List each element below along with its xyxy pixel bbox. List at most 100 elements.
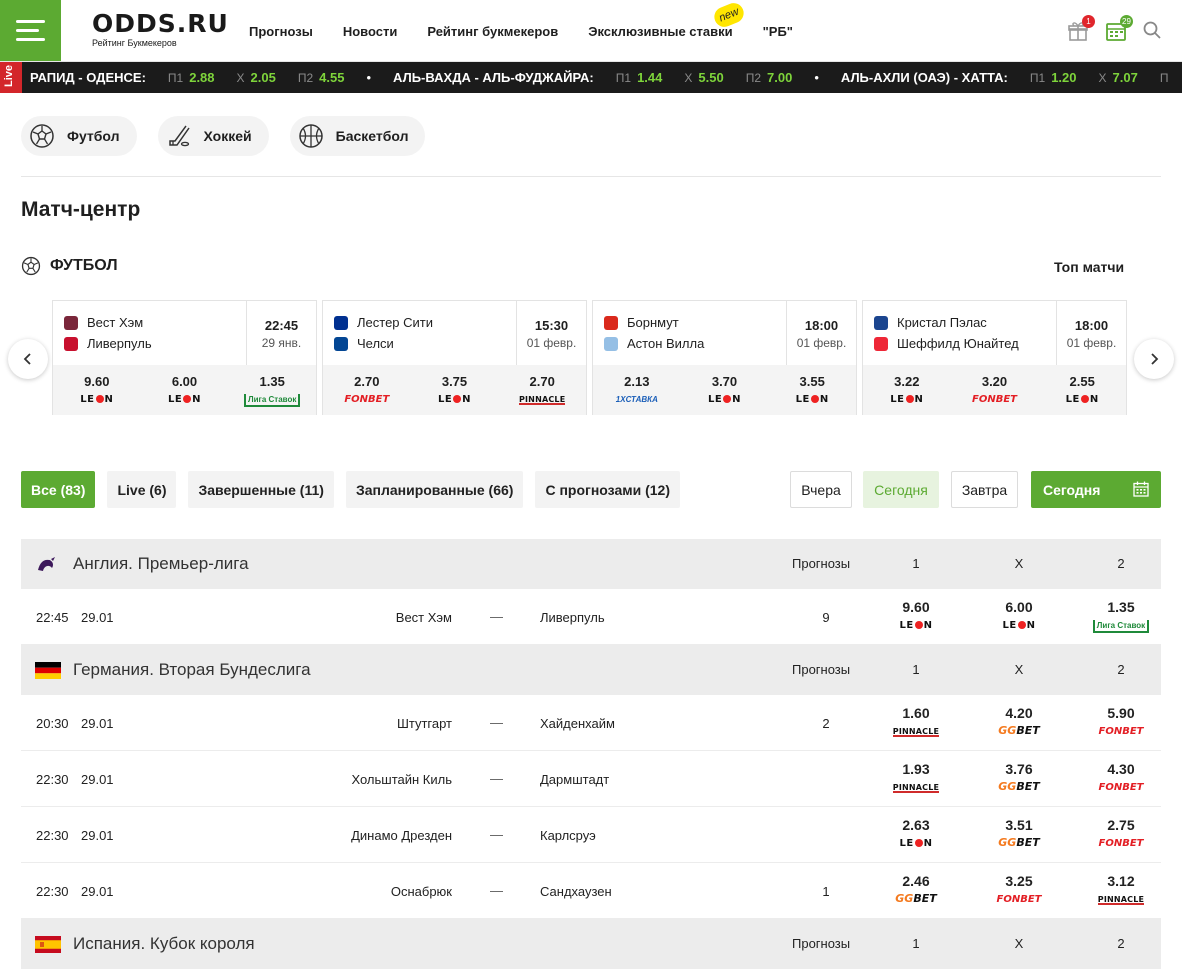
odd-cell[interactable]: 3.20 FONBET	[951, 365, 1039, 415]
match-row[interactable]: 22:30 29.01 Хольштайн Киль — Дармштадт 1.93 PI…	[21, 751, 1161, 807]
odd-cell[interactable]: 3.76 GGBET	[979, 761, 1059, 795]
odd-cell[interactable]: 3.22 LE N	[863, 365, 951, 415]
fonbet-logo-icon[interactable]: FONBET	[972, 394, 1017, 406]
ggbet-logo-icon[interactable]: GGBET	[998, 781, 1039, 793]
odd-cell[interactable]: 6.00 LE N	[979, 599, 1059, 633]
home-team[interactable]: Динамо Дрезден	[351, 828, 452, 843]
filter-button[interactable]: Запланированные (66)	[345, 471, 524, 508]
away-team[interactable]: Дармштадт	[540, 772, 609, 787]
match-card[interactable]: Борнмут Астон Вилла 18:00 01 февр. 2.13 1XСТА…	[592, 300, 857, 415]
league-header-row[interactable]: Германия. Вторая Бундеслига Прогнозы 1 X 2	[21, 645, 1161, 695]
ticker-odd-value[interactable]: 2.88	[189, 70, 214, 85]
live-ticker[interactable]: Live РАПИД - ОДЕНСЕ: П1 2.88 Х 2.05 П2 4.55 • АЛ…	[0, 62, 1182, 93]
odd-cell[interactable]: 3.25 FONBET	[979, 873, 1059, 907]
tomorrow-button[interactable]: Завтра	[951, 471, 1018, 508]
away-team[interactable]: Ливерпуль	[540, 610, 605, 625]
nav-item-rb[interactable]: "РБ"	[763, 23, 793, 40]
carousel-prev-button[interactable]	[8, 339, 48, 379]
filter-button[interactable]: Завершенные (11)	[188, 471, 334, 508]
odd-cell[interactable]: 4.30 FONBET	[1081, 761, 1161, 795]
odd-cell[interactable]: 3.51 GGBET	[979, 817, 1059, 851]
odd-cell[interactable]: 4.20 GGBET	[979, 705, 1059, 739]
match-row[interactable]: 22:30 29.01 Динамо Дрезден — Карлсруэ 2.63 LE N…	[21, 807, 1161, 863]
prognoses-count[interactable]: 2	[816, 716, 836, 731]
sport-pill-football[interactable]: Футбол	[21, 116, 137, 156]
odd-cell[interactable]: 3.55 LE N	[768, 365, 856, 415]
league-name[interactable]: Англия. Премьер-лига	[73, 554, 249, 574]
leon-logo-icon[interactable]: LE N	[708, 394, 741, 406]
carousel-next-button[interactable]	[1134, 339, 1174, 379]
odd-cell[interactable]: 2.75 FONBET	[1081, 817, 1161, 851]
leon-logo-icon[interactable]: LE N	[1002, 620, 1035, 632]
site-logo[interactable]: ODDS.RU Рейтинг Букмекеров	[92, 11, 229, 49]
ticker-odd-value[interactable]: 2.05	[251, 70, 276, 85]
away-team[interactable]: Сандхаузен	[540, 884, 612, 899]
ticker-odd-value[interactable]: 1.44	[637, 70, 662, 85]
away-team[interactable]: Карлсруэ	[540, 828, 596, 843]
sport-pill-hockey[interactable]: Хоккей	[157, 116, 269, 156]
pinnacle-logo-icon[interactable]: PINNACLE	[892, 782, 940, 793]
ggbet-logo-icon[interactable]: GGBET	[998, 837, 1039, 849]
odd-cell[interactable]: 6.00 LE N	[141, 365, 229, 415]
match-card[interactable]: Лестер Сити Челси 15:30 01 февр. 2.70 FONBET 3…	[322, 300, 587, 415]
ticker-match[interactable]: АЛЬ-ВАХДА - АЛЬ-ФУДЖАЙРА: П1 1.44 Х 5.50 П2 7.…	[393, 70, 814, 85]
1xstavka-logo-icon[interactable]: 1XСТАВКА	[616, 394, 658, 406]
leon-logo-icon[interactable]: LE N	[1066, 394, 1099, 406]
odd-cell[interactable]: 9.60 LE N	[876, 599, 956, 633]
odd-cell[interactable]: 2.70 FONBET	[323, 365, 411, 415]
fonbet-logo-icon[interactable]: FONBET	[1099, 726, 1144, 738]
ticker-odd-value[interactable]: 4.55	[319, 70, 344, 85]
ggbet-logo-icon[interactable]: GGBET	[895, 893, 936, 905]
home-team[interactable]: Оснабрюк	[391, 884, 452, 899]
fonbet-logo-icon[interactable]: FONBET	[344, 394, 389, 406]
pinnacle-logo-icon[interactable]: PINNACLE	[892, 726, 940, 737]
leon-logo-icon[interactable]: LE N	[899, 838, 932, 850]
ticker-match[interactable]: РАПИД - ОДЕНСЕ: П1 2.88 Х 2.05 П2 4.55	[30, 70, 366, 85]
search-icon[interactable]	[1142, 20, 1164, 42]
leon-logo-icon[interactable]: LE N	[796, 394, 829, 406]
fonbet-logo-icon[interactable]: FONBET	[997, 894, 1042, 906]
odd-cell[interactable]: 9.60 LE N	[53, 365, 141, 415]
match-row[interactable]: 22:45 29.01 Вест Хэм — Ливерпуль 9 9.60 LE N 6.00…	[21, 589, 1161, 645]
ticker-odd-value[interactable]: 5.50	[698, 70, 723, 85]
leon-logo-icon[interactable]: LE N	[890, 394, 923, 406]
filter-button[interactable]: С прогнозами (12)	[535, 471, 680, 508]
nav-item-bookmaker-rating[interactable]: Рейтинг букмекеров	[427, 23, 558, 40]
today-button[interactable]: Сегодня	[863, 471, 939, 508]
liga-stavok-logo-icon[interactable]: Лига Ставок	[243, 394, 301, 407]
home-team[interactable]: Хольштайн Киль	[351, 772, 452, 787]
match-card[interactable]: Вест Хэм Ливерпуль 22:45 29 янв. 9.60 LE N 6.00…	[52, 300, 317, 415]
yesterday-button[interactable]: Вчера	[790, 471, 852, 508]
away-team[interactable]: Хайденхайм	[540, 716, 615, 731]
leon-logo-icon[interactable]: LE N	[168, 394, 201, 406]
filter-button[interactable]: Все (83)	[21, 471, 96, 508]
odd-cell[interactable]: 1.60 PINNACLE	[876, 705, 956, 739]
odd-cell[interactable]: 2.46 GGBET	[876, 873, 956, 907]
leon-logo-icon[interactable]: LE N	[80, 394, 113, 406]
league-name[interactable]: Испания. Кубок короля	[73, 934, 255, 954]
match-card[interactable]: Кристал Пэлас Шеффилд Юнайтед 18:00 01 февр…	[862, 300, 1127, 415]
liga-stavok-logo-icon[interactable]: Лига Ставок	[1092, 620, 1150, 633]
odd-cell[interactable]: 3.75 LE N	[411, 365, 499, 415]
odd-cell[interactable]: 5.90 FONBET	[1081, 705, 1161, 739]
odd-cell[interactable]: 1.93 PINNACLE	[876, 761, 956, 795]
nav-item-news[interactable]: Новости	[343, 23, 398, 40]
ticker-odd-value[interactable]: 7.07	[1113, 70, 1138, 85]
ticker-odd-value[interactable]: 7.00	[767, 70, 792, 85]
nav-item-prognoses[interactable]: Прогнозы	[249, 23, 313, 40]
odd-cell[interactable]: 1.35 Лига Ставок	[1081, 599, 1161, 633]
odd-cell[interactable]: 2.63 LE N	[876, 817, 956, 851]
pinnacle-logo-icon[interactable]: PINNACLE	[1097, 894, 1145, 905]
menu-burger-button[interactable]	[0, 0, 61, 61]
top-matches-link[interactable]: Топ матчи	[1054, 259, 1124, 275]
date-picker-button[interactable]: Сегодня	[1031, 471, 1161, 508]
sport-pill-basketball[interactable]: Баскетбол	[289, 116, 426, 156]
odd-cell[interactable]: 2.55 LE N	[1038, 365, 1126, 415]
fonbet-logo-icon[interactable]: FONBET	[1099, 782, 1144, 794]
league-header-row[interactable]: Англия. Премьер-лига Прогнозы 1 X 2	[21, 539, 1161, 589]
odd-cell[interactable]: 1.35 Лига Ставок	[228, 365, 316, 415]
prognoses-count[interactable]: 1	[816, 884, 836, 899]
fonbet-logo-icon[interactable]: FONBET	[1099, 838, 1144, 850]
prognoses-count[interactable]: 9	[816, 610, 836, 625]
odd-cell[interactable]: 3.70 LE N	[681, 365, 769, 415]
